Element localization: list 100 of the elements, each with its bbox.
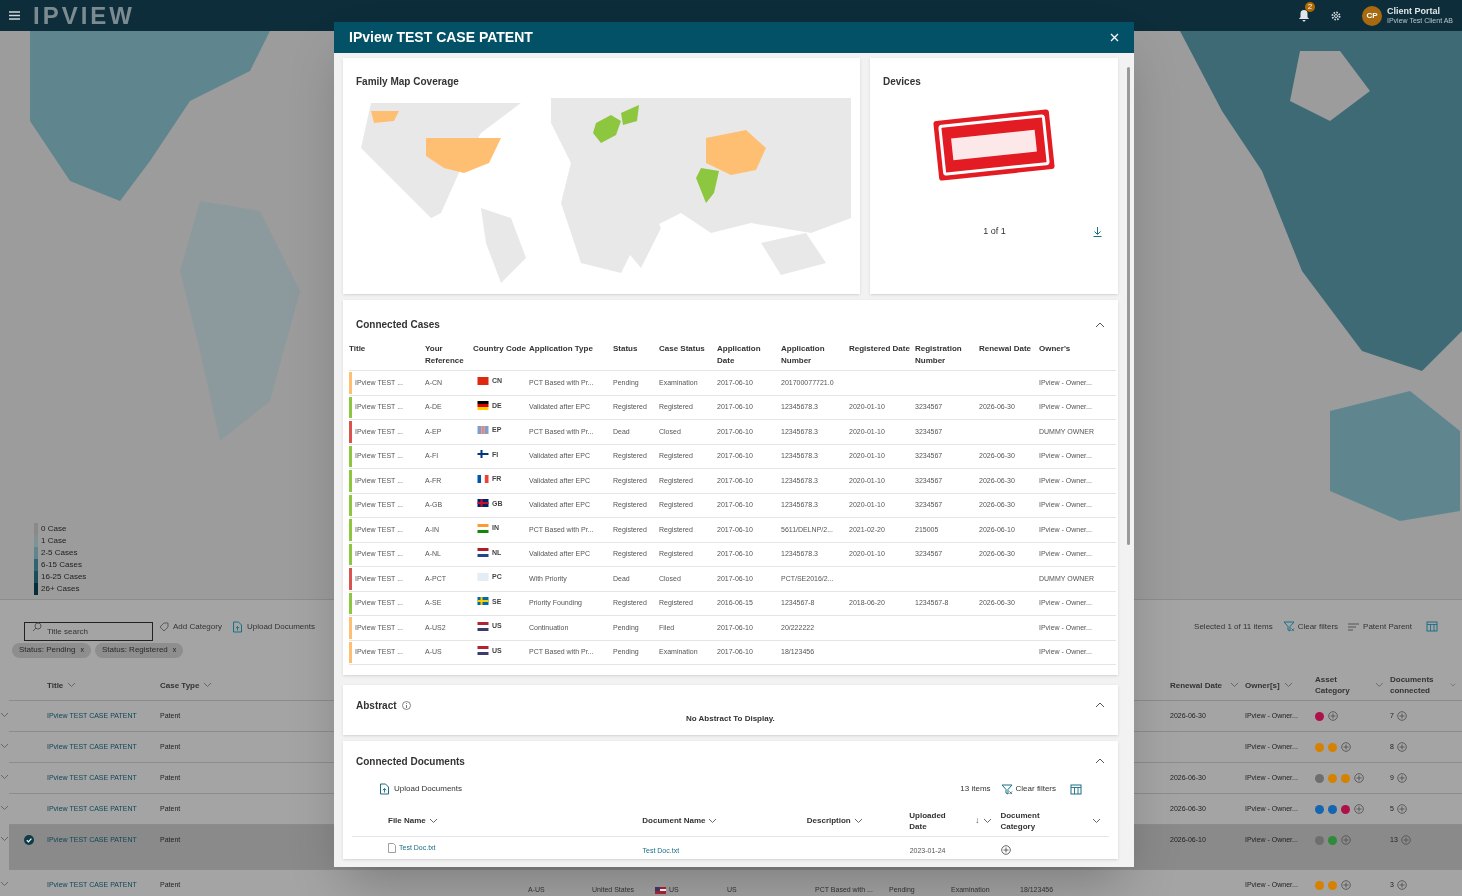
chevron-down-icon[interactable] [428,817,438,824]
chevron-down-icon[interactable] [67,682,77,688]
scrollbar-thumb[interactable] [1127,67,1130,545]
add-icon[interactable] [1328,711,1338,721]
upload-documents-button[interactable]: Upload Documents [231,617,315,636]
flag-icon [477,597,489,607]
section-title: Connected Cases [356,318,440,332]
section-title: Abstract [356,698,397,713]
collapse-chevron-icon[interactable] [1095,321,1105,328]
add-icon[interactable] [1000,845,1011,855]
chip-label: Status: Registered [102,644,168,656]
column-header[interactable]: Application Date [717,343,779,367]
column-header[interactable]: Document Category [1000,809,1045,832]
user-avatar[interactable]: CP [1362,5,1382,26]
add-icon[interactable] [1396,773,1407,784]
menu-icon[interactable] [9,11,20,20]
item-count: 13 items [960,783,991,795]
filter-icon [1000,783,1013,795]
add-icon[interactable] [1400,835,1411,846]
column-header[interactable]: Registration Number [915,343,977,367]
page-indicator: 1 of 1 [982,225,1007,238]
column-header[interactable]: Status [613,343,657,355]
column-header[interactable]: Owner's [1039,343,1114,355]
column-settings-icon[interactable] [1426,621,1438,632]
collapse-chevron-icon[interactable] [1095,702,1105,708]
flag-icon [477,621,489,631]
legend-label: 1 Case [41,535,67,547]
add-icon[interactable] [1396,742,1407,753]
clear-filters-button[interactable]: Clear filters [1000,783,1056,795]
column-header[interactable]: Registered Date [849,343,913,355]
info-icon[interactable] [401,700,411,710]
clear-filters-button[interactable]: Clear filters [1282,617,1339,636]
search-field[interactable]: Title search [24,622,153,641]
check-circle-icon[interactable] [24,835,34,845]
expand-chevron-icon[interactable] [0,743,9,749]
column-header[interactable]: Uploaded Date [909,809,954,832]
app-logo[interactable]: IPVIEW [33,3,135,28]
upload-icon [231,620,243,633]
chevron-down-icon[interactable] [1230,682,1239,688]
add-icon[interactable] [1341,880,1351,890]
flag-icon [477,401,489,411]
legend-label: 26+ Cases [41,583,80,595]
settings-icon[interactable] [1330,9,1342,22]
column-header[interactable]: Application Type [529,343,611,355]
expand-chevron-icon[interactable] [0,712,9,718]
column-header[interactable]: Document Name [642,815,706,826]
legend-label: 2-5 Cases [41,547,78,559]
add-icon[interactable] [1354,804,1364,814]
legend-label: 16-25 Cases [41,571,87,583]
column-header[interactable]: Description [806,815,851,826]
add-category-button[interactable]: Add Category [159,617,222,636]
close-icon[interactable] [1110,33,1119,42]
chevron-down-icon[interactable] [1283,682,1293,688]
list-icon [1348,622,1360,631]
filter-icon [1282,621,1295,632]
expand-chevron-icon[interactable] [0,805,9,811]
flag-icon [477,499,489,509]
view-button[interactable]: Patent Parent [1348,617,1412,636]
column-header[interactable]: Asset Category [1315,674,1372,696]
column-header[interactable]: Country Code [473,343,527,355]
chevron-down-icon[interactable] [708,817,718,824]
column-header[interactable]: Documents connected [1390,674,1447,696]
legend-label: 6-15 Cases [41,559,82,571]
add-icon[interactable] [1396,880,1407,891]
flag-icon [655,886,666,894]
column-header[interactable]: Owner[s] [1245,679,1280,691]
expand-chevron-icon[interactable] [0,881,9,887]
portal-title: Client Portal [1387,7,1441,16]
column-settings-icon[interactable] [1070,783,1082,795]
add-icon[interactable] [1396,711,1407,722]
dialog-title: IPview TEST CASE PATENT [349,28,534,47]
download-icon[interactable] [1093,226,1102,237]
add-icon[interactable] [1396,804,1407,815]
card-title: Family Map Coverage [355,75,460,89]
column-header[interactable]: Title [47,679,64,691]
column-header[interactable]: Case Status [659,343,715,355]
flag-icon [477,425,489,435]
chevron-down-icon[interactable] [983,817,993,824]
bell-icon[interactable] [1298,9,1310,22]
column-header[interactable]: Renewal Date [1170,679,1223,691]
flag-icon [477,646,489,656]
flag-icon [477,450,489,460]
column-header[interactable]: Title [349,343,423,355]
expand-chevron-icon[interactable] [0,836,9,842]
add-icon[interactable] [1341,835,1351,845]
column-header[interactable]: File Name [388,815,426,826]
column-header[interactable]: Your Reference [425,343,471,367]
chevron-down-icon[interactable] [853,817,863,824]
add-icon[interactable] [1341,742,1351,752]
column-header[interactable]: Application Number [781,343,847,367]
expand-chevron-icon[interactable] [0,774,9,780]
file-icon [388,843,396,853]
upload-documents-button[interactable]: Upload Documents [379,783,463,795]
sort-indicator[interactable]: ↓ [974,813,980,828]
chevron-down-icon[interactable] [203,682,213,688]
column-header[interactable]: Renewal Date [979,343,1037,355]
add-icon[interactable] [1354,773,1364,783]
collapse-chevron-icon[interactable] [1095,758,1105,764]
column-header[interactable]: Case Type [160,679,200,691]
chevron-down-icon[interactable] [1092,817,1101,824]
